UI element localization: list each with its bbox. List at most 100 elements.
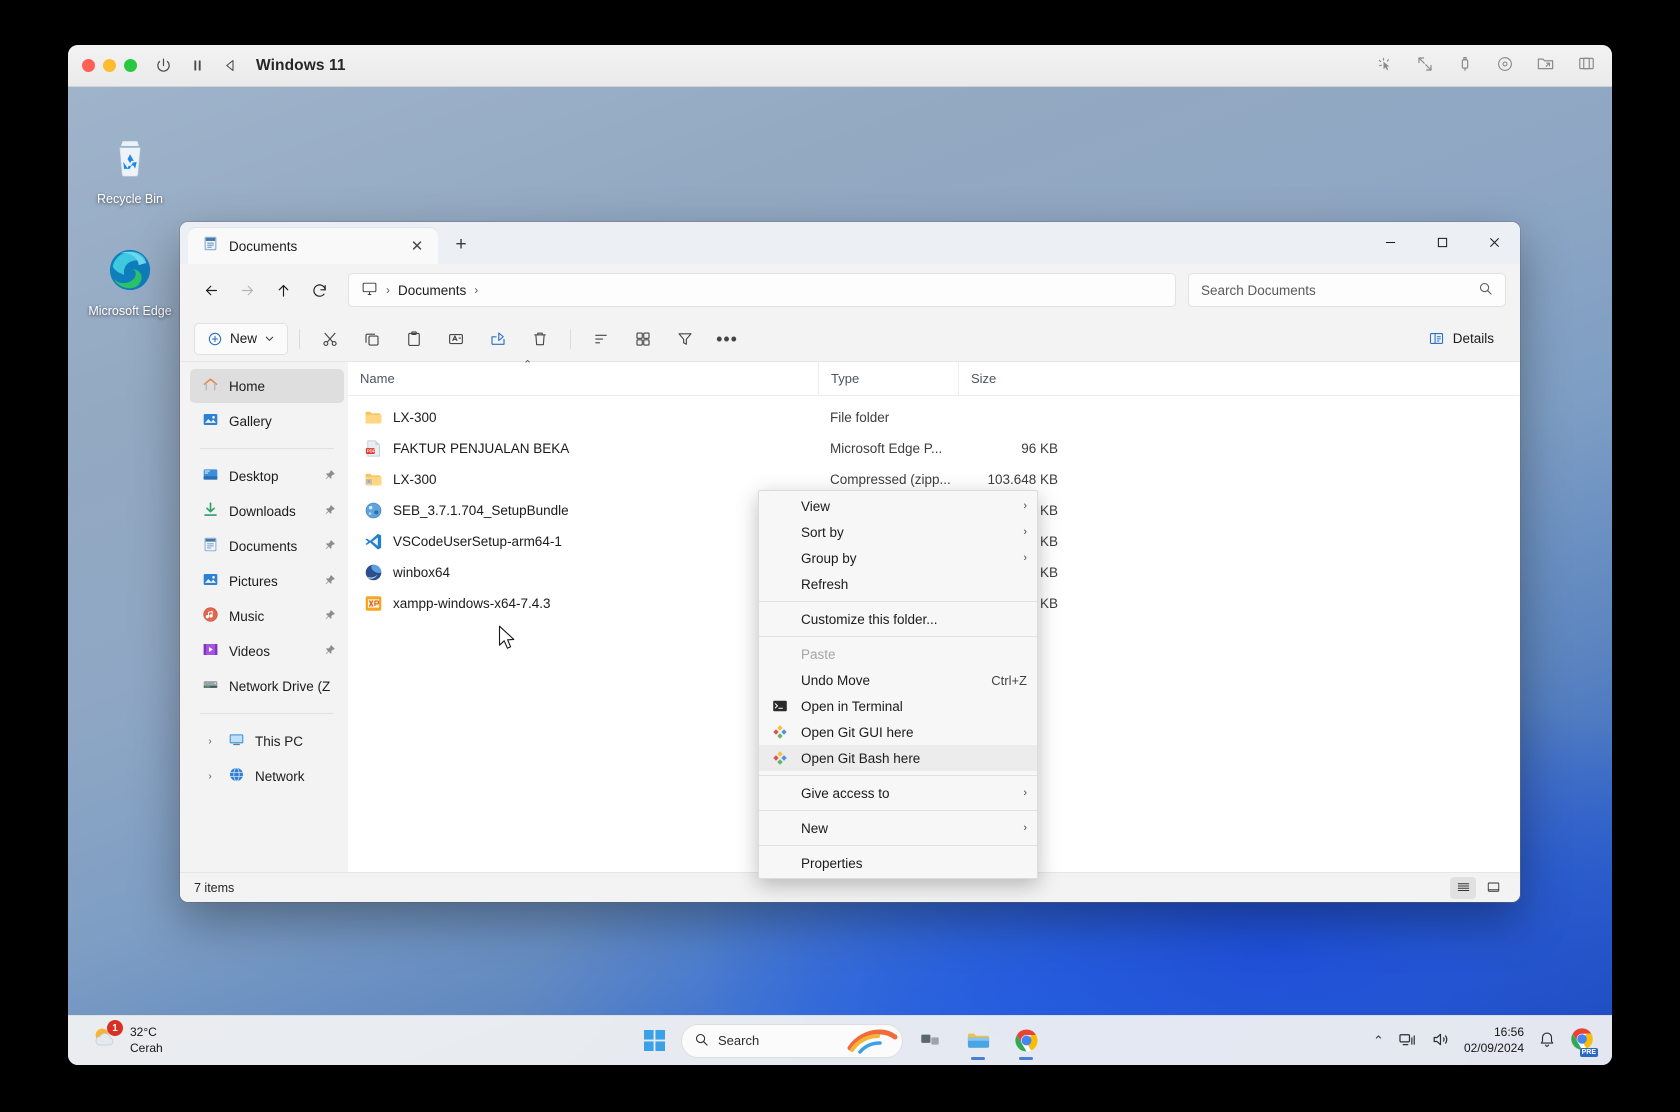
pin-icon[interactable] — [324, 539, 336, 554]
rename-icon[interactable] — [437, 323, 475, 355]
windows-desktop[interactable]: Recycle Bin Microsoft Edge Documents ✕ +… — [68, 87, 1612, 1065]
search-icon[interactable] — [1478, 281, 1493, 299]
refresh-button[interactable] — [302, 273, 336, 307]
details-button[interactable]: Details — [1416, 323, 1506, 355]
minimize-window-button[interactable] — [103, 59, 116, 72]
column-header-name[interactable]: Name ⌃ — [348, 359, 818, 396]
file-name-cell[interactable]: VSCodeUserSetup-arm64-1 — [348, 532, 818, 551]
context-menu-item-group-by[interactable]: Group by › — [759, 545, 1037, 571]
desktop-icon-recycle-bin[interactable]: Recycle Bin — [82, 135, 178, 207]
delete-icon[interactable] — [521, 323, 559, 355]
sidebar-item-this-pc[interactable]: › This PC — [190, 724, 344, 758]
tab-close-icon[interactable]: ✕ — [406, 235, 428, 257]
context-menu[interactable]: View › Sort by › Group by › Refresh Cust… — [758, 490, 1038, 879]
start-icon[interactable] — [633, 1020, 675, 1062]
close-window-button[interactable] — [82, 59, 95, 72]
folder-share-icon[interactable] — [1536, 54, 1555, 78]
context-menu-item-customize-folder[interactable]: Customize this folder... — [759, 606, 1037, 632]
pin-icon[interactable] — [324, 644, 336, 659]
context-menu-item-open-git-gui[interactable]: Open Git GUI here — [759, 719, 1037, 745]
context-menu-item-refresh[interactable]: Refresh — [759, 571, 1037, 597]
taskbar-clock[interactable]: 16:56 02/09/2024 — [1464, 1025, 1524, 1056]
taskbar-search-input[interactable]: Search — [681, 1023, 903, 1058]
file-name-cell[interactable]: LX-300 — [348, 408, 818, 427]
power-icon[interactable] — [155, 57, 172, 74]
sidebar-item-videos[interactable]: Videos — [190, 634, 344, 668]
sidebar-item-home[interactable]: Home — [190, 369, 344, 403]
windows-copy-icon[interactable] — [1577, 54, 1596, 78]
table-row[interactable]: PDF FAKTUR PENJUALAN BEKA Microsoft Edge… — [348, 433, 1520, 464]
file-list-pane[interactable]: Name ⌃ Type Size LX-300 File folder PDF … — [348, 359, 1520, 879]
paste-icon[interactable] — [395, 323, 433, 355]
breadcrumb-separator-trailing[interactable]: › — [474, 283, 478, 297]
back-button[interactable] — [194, 273, 228, 307]
up-button[interactable] — [266, 273, 300, 307]
view-toggle-group[interactable] — [1450, 876, 1506, 899]
column-header-type[interactable]: Type — [818, 361, 958, 396]
context-menu-item-open-git-bash[interactable]: Open Git Bash here — [759, 745, 1037, 771]
file-name-cell[interactable]: SEB_3.7.1.704_SetupBundle — [348, 501, 818, 520]
navigation-sidebar[interactable]: Home Gallery Desktop Downloads Documents… — [180, 362, 348, 872]
sort-icon[interactable] — [582, 323, 620, 355]
context-menu-item-view[interactable]: View › — [759, 493, 1037, 519]
pin-icon[interactable] — [324, 574, 336, 589]
file-explorer-icon[interactable] — [957, 1020, 999, 1062]
sidebar-item-pictures[interactable]: Pictures — [190, 564, 344, 598]
sidebar-item-documents[interactable]: Documents — [190, 529, 344, 563]
file-name-cell[interactable]: LX-300 — [348, 470, 818, 489]
breadcrumb[interactable]: › Documents › — [348, 273, 1176, 307]
app-tray-icon[interactable]: PRE — [1570, 1027, 1598, 1057]
minimize-button[interactable] — [1364, 222, 1416, 262]
volume-icon[interactable] — [1431, 1030, 1450, 1052]
sidebar-item-network[interactable]: › Network — [190, 759, 344, 793]
copy-icon[interactable] — [353, 323, 391, 355]
close-button[interactable] — [1468, 222, 1520, 262]
mouse-pointer-icon[interactable] — [1376, 55, 1394, 78]
file-name-cell[interactable]: PDF FAKTUR PENJUALAN BEKA — [348, 439, 818, 458]
usb-icon[interactable] — [1456, 55, 1474, 78]
search-input[interactable]: Search Documents — [1188, 273, 1506, 307]
forward-button[interactable] — [230, 273, 264, 307]
maximize-window-button[interactable] — [124, 59, 137, 72]
chevron-right-icon[interactable]: › — [202, 736, 218, 747]
pin-icon[interactable] — [324, 469, 336, 484]
disc-icon[interactable] — [1496, 55, 1514, 78]
cut-icon[interactable] — [311, 323, 349, 355]
sidebar-item-downloads[interactable]: Downloads — [190, 494, 344, 528]
more-icon[interactable]: ••• — [708, 323, 746, 355]
context-menu-item-undo-move[interactable]: Undo Move Ctrl+Z — [759, 667, 1037, 693]
details-view-icon[interactable] — [1450, 876, 1476, 899]
chevron-right-icon[interactable]: › — [202, 771, 218, 782]
taskbar-weather-widget[interactable]: 1 32°C Cerah — [90, 1020, 163, 1058]
pause-icon[interactable] — [190, 58, 205, 73]
file-name-cell[interactable]: winbox64 — [348, 563, 818, 582]
sidebar-item-gallery[interactable]: Gallery — [190, 404, 344, 438]
context-menu-item-open-in-terminal[interactable]: Open in Terminal — [759, 693, 1037, 719]
pin-icon[interactable] — [324, 504, 336, 519]
table-row[interactable]: LX-300 File folder — [348, 402, 1520, 433]
google-chrome-icon[interactable] — [1005, 1020, 1047, 1062]
taskbar[interactable]: 1 32°C Cerah Search ⌃ 16:56 02/09/2024 P… — [68, 1015, 1612, 1065]
sidebar-item-desktop[interactable]: Desktop — [190, 459, 344, 493]
list-view-icon[interactable] — [1480, 877, 1506, 899]
sidebar-item-music[interactable]: Music — [190, 599, 344, 633]
tray-chevron-up-icon[interactable]: ⌃ — [1373, 1033, 1384, 1049]
network-tray-icon[interactable] — [1398, 1030, 1417, 1052]
breadcrumb-path[interactable]: Documents — [398, 283, 466, 298]
context-menu-item-sort-by[interactable]: Sort by › — [759, 519, 1037, 545]
view-icon[interactable] — [624, 323, 662, 355]
share-icon[interactable] — [479, 323, 517, 355]
context-menu-item-new[interactable]: New › — [759, 815, 1037, 841]
context-menu-item-give-access-to[interactable]: Give access to › — [759, 780, 1037, 806]
maximize-button[interactable] — [1416, 222, 1468, 262]
new-button[interactable]: New — [194, 322, 289, 355]
bell-icon[interactable] — [1538, 1030, 1556, 1051]
filter-icon[interactable] — [666, 323, 704, 355]
task-view-icon[interactable] — [909, 1020, 951, 1062]
pin-icon[interactable] — [324, 609, 336, 624]
new-tab-button[interactable]: + — [444, 228, 478, 262]
fullscreen-icon[interactable] — [1416, 55, 1434, 78]
column-header-size[interactable]: Size — [958, 361, 1068, 396]
sidebar-item-network-drive[interactable]: Network Drive (Z — [190, 669, 344, 703]
back-icon[interactable] — [223, 58, 238, 73]
